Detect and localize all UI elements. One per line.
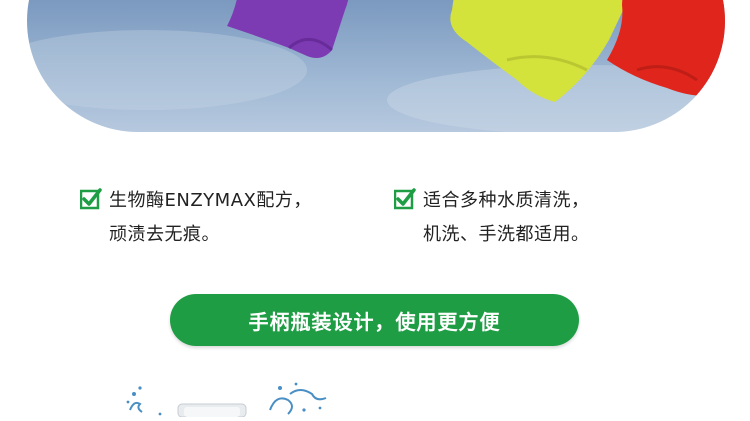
- check-icon: [394, 188, 416, 210]
- splash-left: [129, 401, 143, 413]
- feature-text-line: 生物酶ENZYMAX配方，: [109, 190, 312, 211]
- check-icon: [80, 188, 102, 210]
- feature-text-line: 顽渍去无痕。: [109, 224, 220, 245]
- hero-laundry-image: [27, 0, 725, 132]
- laundry-illustration: [27, 0, 725, 132]
- product-bottle-image: [120, 380, 350, 418]
- splash-right: [269, 397, 293, 415]
- handle-bottle-banner: 手柄瓶装设计，使用更方便: [170, 294, 579, 346]
- feature-text-line: 机洗、手洗都适用。: [423, 224, 590, 245]
- feature-text-line: 适合多种水质清洗，: [423, 190, 590, 211]
